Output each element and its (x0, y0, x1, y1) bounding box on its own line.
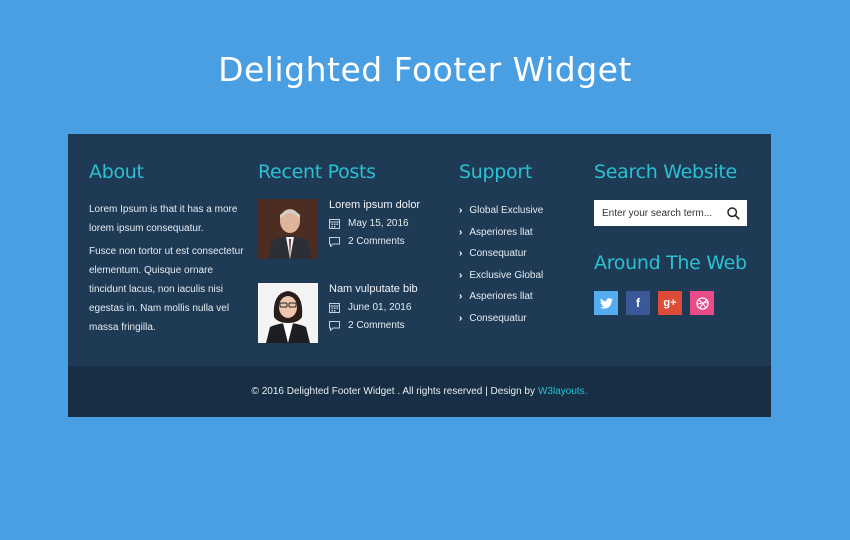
support-link-label[interactable]: Exclusive Global (469, 270, 543, 281)
recent-posts-column: Recent Posts Lorem ipsum dolor May 15, 2… (258, 161, 448, 367)
post-thumbnail[interactable] (258, 283, 318, 343)
post-comments-line: 2 Comments (329, 320, 418, 331)
footer-widget: About Lorem Ipsum is that it has a more … (68, 134, 771, 417)
chevron-right-icon: › (459, 269, 463, 281)
support-link[interactable]: › Consequatur (459, 308, 579, 330)
about-paragraph-1: Lorem Ipsum is that it has a more lorem … (89, 204, 238, 234)
support-link[interactable]: › Asperiores llat (459, 286, 579, 308)
post-date-line: June 01, 2016 (329, 302, 418, 313)
facebook-icon[interactable]: f (626, 291, 650, 315)
post-meta: Lorem ipsum dolor May 15, 2016 2 Comment… (329, 199, 420, 254)
copyright-bar: © 2016 Delighted Footer Widget . All rig… (68, 366, 771, 417)
post-date: June 01, 2016 (348, 302, 412, 313)
designer-link[interactable]: W3layouts. (538, 386, 587, 397)
support-list: › Global Exclusive › Asperiores llat › Cons… (459, 200, 579, 329)
post-date: May 15, 2016 (348, 218, 409, 229)
post-thumbnail[interactable] (258, 199, 318, 259)
post-title[interactable]: Nam vulputate bib (329, 283, 418, 295)
dribbble-icon[interactable] (690, 291, 714, 315)
support-heading: Support (459, 161, 533, 183)
support-link-label[interactable]: Global Exclusive (469, 205, 543, 216)
post-comments[interactable]: 2 Comments (348, 320, 405, 331)
calendar-icon (329, 219, 340, 229)
search-icon (726, 206, 740, 220)
google-plus-icon[interactable]: g+ (658, 291, 682, 315)
post-title[interactable]: Lorem ipsum dolor (329, 199, 420, 211)
calendar-icon (329, 303, 340, 313)
post-meta: Nam vulputate bib June 01, 2016 2 Commen… (329, 283, 418, 338)
support-link-label[interactable]: Consequatur (469, 313, 526, 324)
post-comments[interactable]: 2 Comments (348, 236, 405, 247)
search-input[interactable] (594, 201, 720, 225)
page-title: Delighted Footer Widget (218, 50, 632, 89)
about-column: About Lorem Ipsum is that it has a more … (89, 161, 244, 341)
support-link[interactable]: › Global Exclusive (459, 200, 579, 222)
around-web-heading: Around The Web (594, 252, 747, 274)
support-link[interactable]: › Asperiores llat (459, 222, 579, 244)
search-button[interactable] (720, 200, 746, 226)
post-comments-line: 2 Comments (329, 236, 420, 247)
comment-icon (329, 320, 340, 331)
post-date-line: May 15, 2016 (329, 218, 420, 229)
twitter-icon[interactable] (594, 291, 618, 315)
copyright-text: © 2016 Delighted Footer Widget . All rig… (251, 386, 535, 397)
support-column: Support › Global Exclusive › Asperiores ll… (459, 161, 579, 329)
recent-posts-heading: Recent Posts (258, 161, 376, 183)
support-link[interactable]: › Consequatur (459, 243, 579, 265)
support-link-label[interactable]: Consequatur (469, 248, 526, 259)
footer-main: About Lorem Ipsum is that it has a more … (68, 134, 771, 366)
post-item[interactable]: Lorem ipsum dolor May 15, 2016 2 Comment… (258, 199, 448, 259)
chevron-right-icon: › (459, 226, 463, 238)
search-heading: Search Website (594, 161, 737, 183)
comment-icon (329, 236, 340, 247)
chevron-right-icon: › (459, 291, 463, 303)
about-paragraph-2: Fusce non tortor ut est consectetur elem… (89, 246, 244, 333)
support-link[interactable]: › Exclusive Global (459, 265, 579, 287)
social-links: f g+ (594, 291, 759, 315)
search-column: Search Website Around The Web f g+ (594, 161, 759, 315)
support-link-label[interactable]: Asperiores llat (469, 291, 532, 302)
chevron-right-icon: › (459, 248, 463, 260)
search-form (594, 200, 747, 226)
chevron-right-icon: › (459, 312, 463, 324)
about-heading: About (89, 161, 144, 183)
post-item[interactable]: Nam vulputate bib June 01, 2016 2 Commen… (258, 283, 448, 343)
support-link-label[interactable]: Asperiores llat (469, 227, 532, 238)
chevron-right-icon: › (459, 205, 463, 217)
